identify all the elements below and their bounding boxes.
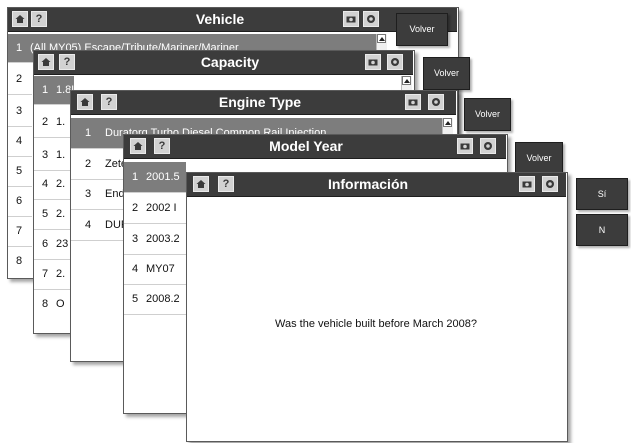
home-icon[interactable]: [130, 138, 146, 154]
model-year-row-text: MY07: [146, 263, 175, 275]
capacity-back-button[interactable]: Volver: [423, 57, 470, 90]
camera-icon[interactable]: [365, 54, 381, 70]
engine-type-row-text: Zete: [105, 158, 123, 170]
capacity-list-item[interactable]: 11.8L: [34, 76, 74, 105]
vehicle-row-num: 7: [15, 225, 23, 237]
vehicle-list-item[interactable]: 6: [8, 186, 32, 217]
capacity-row-num: 3: [41, 149, 49, 161]
model-year-row-num: 3: [131, 233, 139, 245]
capacity-row-text: 1.: [56, 116, 66, 128]
model-year-row-text: 2003.2: [146, 233, 180, 245]
vehicle-row-num: 6: [15, 195, 23, 207]
help-icon[interactable]: ?: [59, 54, 75, 70]
vehicle-back-button[interactable]: Volver: [396, 13, 448, 46]
engine-type-list-item[interactable]: 3 Endu: [71, 179, 123, 210]
informacion-panel: [186, 172, 568, 442]
help-icon[interactable]: ?: [154, 138, 170, 154]
capacity-row-text: 2.: [56, 178, 66, 190]
vehicle-row-num: 8: [15, 255, 23, 267]
record-icon[interactable]: [363, 11, 379, 27]
model-year-row-num: 2: [131, 202, 139, 214]
engine-type-list-item[interactable]: 4 DUR: [71, 210, 123, 241]
record-icon[interactable]: [428, 94, 444, 110]
capacity-row-text: 2.: [56, 268, 66, 280]
capacity-row-num: 5: [41, 208, 49, 220]
vehicle-list-item[interactable]: 2: [8, 64, 32, 95]
model-year-row-text: 2001.5: [146, 171, 180, 183]
informacion-title: Información: [327, 176, 409, 192]
capacity-list-item[interactable]: 5 2.: [34, 199, 74, 230]
engine-type-row-text: DUR: [105, 219, 123, 231]
vehicle-list-item[interactable]: 5: [8, 156, 32, 187]
help-icon[interactable]: ?: [31, 11, 47, 27]
vehicle-list-item[interactable]: 4: [8, 126, 32, 157]
capacity-list-item[interactable]: 7 2.: [34, 259, 74, 290]
help-icon[interactable]: ?: [218, 176, 234, 192]
vehicle-row-num: 5: [15, 165, 23, 177]
capacity-row-num: 1: [41, 84, 49, 96]
scroll-up-icon[interactable]: [377, 34, 386, 43]
capacity-row-text: 23: [56, 238, 69, 250]
capacity-row-text: O: [56, 298, 65, 310]
record-icon[interactable]: [480, 138, 496, 154]
capacity-list-item[interactable]: 6 23: [34, 229, 74, 260]
capacity-list-item[interactable]: 3 1.: [34, 140, 74, 171]
camera-icon[interactable]: [343, 11, 359, 27]
engine-type-row-num: 4: [84, 219, 92, 231]
capacity-row-num: 4: [41, 178, 49, 190]
capacity-title: Capacity: [200, 54, 260, 70]
yes-button[interactable]: Sí: [576, 178, 628, 210]
capacity-row-num: 8: [41, 298, 49, 310]
no-button[interactable]: N: [576, 214, 628, 246]
camera-icon[interactable]: [457, 138, 473, 154]
model-year-list-item[interactable]: 5 2008.2: [124, 284, 186, 315]
capacity-list-item[interactable]: 4 2.: [34, 169, 74, 200]
scroll-up-icon[interactable]: [402, 76, 411, 85]
model-year-row-num: 1: [131, 171, 139, 183]
vehicle-list-item[interactable]: 8: [8, 246, 32, 276]
engine-type-list-item[interactable]: 2 Zete: [71, 149, 123, 180]
model-year-list-item[interactable]: 3 2003.2: [124, 224, 186, 255]
capacity-row-num: 6: [41, 238, 49, 250]
home-icon[interactable]: [77, 94, 93, 110]
vehicle-row-num: 3: [15, 105, 23, 117]
vehicle-title: Vehicle: [195, 11, 245, 27]
camera-icon[interactable]: [519, 176, 535, 192]
model-year-row-num: 4: [131, 263, 139, 275]
capacity-list-item[interactable]: 8O: [34, 289, 74, 319]
camera-icon[interactable]: [405, 94, 421, 110]
engine-type-row-text: Endu: [105, 188, 123, 200]
home-icon[interactable]: [12, 11, 28, 27]
model-year-row-text: 2002 I: [146, 202, 177, 214]
capacity-row-num: 2: [41, 116, 49, 128]
engine-type-title: Engine Type: [218, 94, 302, 110]
model-year-list-item[interactable]: 4 MY07: [124, 254, 186, 285]
model-year-list-item[interactable]: 2 2002 I: [124, 193, 186, 224]
vehicle-row-num: 4: [15, 135, 23, 147]
record-icon[interactable]: [387, 54, 403, 70]
capacity-row-text: 2.: [56, 208, 66, 220]
model-year-row-text: 2008.2: [146, 293, 180, 305]
informacion-question: Was the vehicle built before March 2008?: [275, 318, 477, 330]
model-year-title: Model Year: [269, 138, 343, 154]
model-year-back-button[interactable]: Volver: [515, 142, 563, 174]
capacity-row-num: 7: [41, 268, 49, 280]
home-icon[interactable]: [193, 176, 209, 192]
engine-type-row-num: 3: [84, 188, 92, 200]
model-year-list-item[interactable]: 1 2001.5: [124, 162, 186, 193]
scroll-up-icon[interactable]: [443, 118, 452, 127]
vehicle-list-item[interactable]: 7: [8, 216, 32, 247]
vehicle-list-item[interactable]: 3: [8, 96, 32, 127]
capacity-list-item[interactable]: 2 1.: [34, 107, 74, 138]
model-year-row-num: 5: [131, 293, 139, 305]
vehicle-row-num: 2: [15, 73, 23, 85]
engine-type-back-button[interactable]: Volver: [464, 98, 511, 131]
engine-type-row-num: 1: [84, 127, 92, 139]
engine-type-row-num: 2: [84, 158, 92, 170]
capacity-row-text: 1.: [56, 149, 66, 161]
home-icon[interactable]: [38, 54, 54, 70]
help-icon[interactable]: ?: [101, 94, 117, 110]
vehicle-row-num: 1: [15, 42, 23, 54]
record-icon[interactable]: [542, 176, 558, 192]
